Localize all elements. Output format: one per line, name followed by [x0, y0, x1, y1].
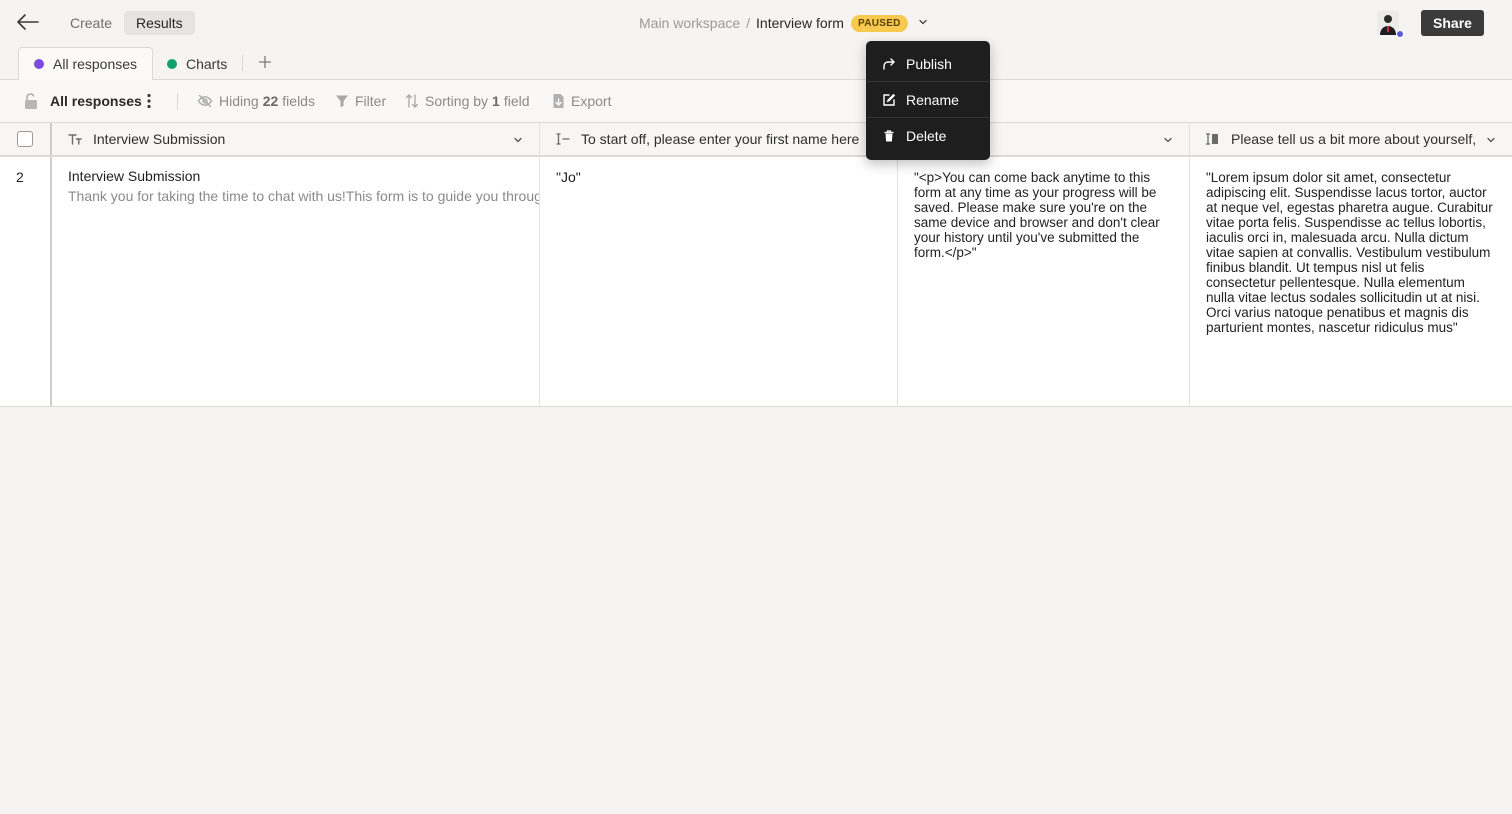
- long-text-icon: [1206, 133, 1220, 145]
- purple-dot-icon: [34, 59, 44, 69]
- green-dot-icon: [167, 59, 177, 69]
- view-name[interactable]: All responses: [50, 92, 142, 110]
- filter-label: Filter: [355, 93, 387, 109]
- select-all-checkbox[interactable]: [17, 131, 33, 147]
- publish-menu-item[interactable]: Publish: [866, 46, 990, 82]
- select-all-cell: [0, 123, 52, 155]
- column-header-label: Please tell us a bit more about yourself…: [1231, 131, 1477, 147]
- breadcrumb: Main workspace / Interview form PAUSED: [639, 11, 908, 35]
- filter-button[interactable]: Filter: [335, 92, 386, 110]
- more-vertical-icon[interactable]: [143, 92, 161, 110]
- information-cell[interactable]: "<p>You can come back anytime to this fo…: [898, 157, 1190, 406]
- first-name-cell[interactable]: "Jo": [540, 157, 898, 406]
- column-header-label: Interview Submission: [93, 131, 226, 147]
- back-arrow-icon[interactable]: [14, 11, 40, 33]
- sorting-button[interactable]: Sorting by 1 field: [405, 92, 530, 110]
- results-tab[interactable]: Results: [124, 11, 195, 35]
- divider: [177, 93, 178, 110]
- filter-icon: [335, 94, 355, 108]
- create-tab[interactable]: Create: [58, 11, 124, 35]
- table-header: Interview Submission To start off, pleas…: [0, 123, 1512, 157]
- hiding-count: 22: [262, 93, 279, 109]
- sorting-prefix: Sorting by: [425, 93, 489, 109]
- breadcrumb-workspace[interactable]: Main workspace: [639, 15, 740, 31]
- export-icon: [552, 93, 571, 109]
- share-button[interactable]: Share: [1421, 10, 1484, 36]
- menu-item-label: Publish: [906, 55, 952, 72]
- plus-icon[interactable]: [257, 54, 273, 70]
- row-number: 2: [0, 157, 52, 406]
- hiding-fields-button[interactable]: Hiding 22 fields: [197, 92, 315, 110]
- lock-icon[interactable]: [22, 92, 46, 110]
- column-header[interactable]: To start off, please enter your first na…: [540, 123, 898, 155]
- responses-table: Interview Submission To start off, pleas…: [0, 123, 1512, 407]
- chevron-down-icon[interactable]: [1486, 135, 1496, 145]
- chevron-down-icon[interactable]: [1163, 135, 1173, 145]
- edit-icon: [882, 93, 906, 107]
- tab-all-responses[interactable]: All responses: [18, 47, 154, 81]
- tab-label: All responses: [53, 56, 138, 72]
- breadcrumb-separator: /: [746, 15, 751, 31]
- chevron-down-icon[interactable]: [513, 135, 523, 145]
- title-cell[interactable]: Interview Submission Thank you for takin…: [52, 157, 540, 406]
- short-text-icon: [556, 133, 570, 145]
- column-header-label: To start off, please enter your first na…: [581, 131, 860, 147]
- delete-menu-item[interactable]: Delete: [866, 118, 990, 154]
- export-label: Export: [571, 93, 612, 109]
- menu-item-label: Delete: [906, 128, 947, 144]
- trash-icon: [882, 129, 906, 143]
- presence-dot: [1396, 30, 1404, 38]
- tab-charts[interactable]: Charts: [152, 47, 242, 81]
- divider: [242, 55, 243, 71]
- sort-icon: [405, 93, 425, 109]
- rename-menu-item[interactable]: Rename: [866, 82, 990, 118]
- top-bar: Create Results Main workspace / Intervie…: [0, 0, 1512, 44]
- column-header[interactable]: Interview Submission: [52, 123, 540, 155]
- menu-item-label: Rename: [906, 91, 959, 108]
- share-arrow-icon: [882, 57, 906, 71]
- column-header[interactable]: Please tell us a bit more about yourself…: [1190, 123, 1512, 155]
- hiding-suffix: fields: [282, 93, 315, 109]
- tab-label: Charts: [186, 56, 228, 72]
- export-button[interactable]: Export: [552, 92, 611, 110]
- form-actions-menu: Publish Rename Delete: [866, 41, 990, 160]
- sorting-count: 1: [492, 93, 500, 109]
- eye-off-icon: [197, 93, 219, 109]
- table-row[interactable]: 2 Interview Submission Thank you for tak…: [0, 157, 1512, 406]
- cell-title-text: Interview Submission: [68, 168, 201, 184]
- hiding-prefix: Hiding: [219, 93, 259, 109]
- cell-subtitle-text: Thank you for taking the time to chat wi…: [68, 188, 540, 204]
- text-type-icon: [68, 133, 82, 145]
- view-tabs: All responses Charts: [0, 44, 1512, 81]
- sorting-suffix: field: [503, 93, 530, 109]
- status-badge: PAUSED: [850, 14, 908, 32]
- chevron-down-icon[interactable]: [917, 16, 929, 28]
- about-cell[interactable]: "Lorem ipsum dolor sit amet, consectetur…: [1190, 157, 1512, 406]
- view-toolbar: All responses Hiding 22 fields Filter So…: [0, 80, 1512, 123]
- form-title[interactable]: Interview form: [756, 15, 844, 31]
